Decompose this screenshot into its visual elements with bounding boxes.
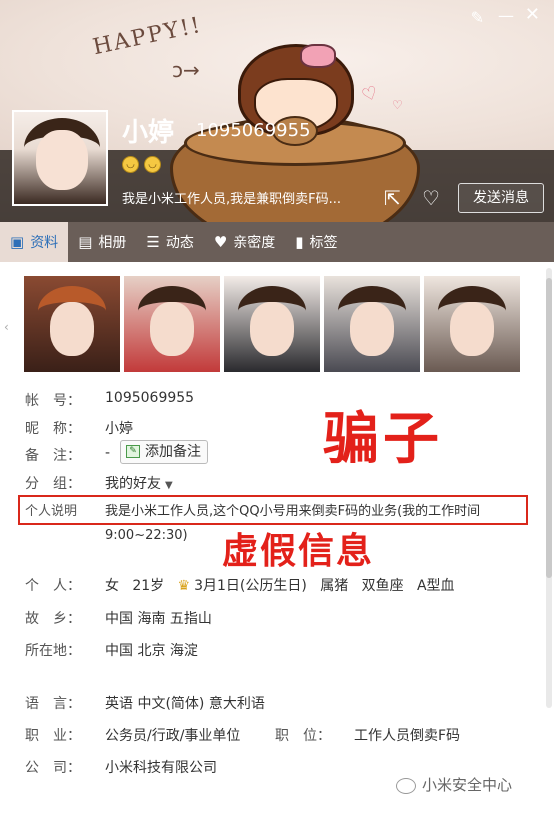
album-photo[interactable] [424, 276, 520, 372]
hometown-label: 故 乡： [25, 611, 81, 627]
smile-emoji-icon: ◡ [144, 156, 161, 173]
fake-info-annotation: 虚假信息 [222, 531, 375, 572]
album-photo[interactable] [324, 276, 420, 372]
banner-bow [300, 44, 336, 68]
profile-signature: 我是小米工作人员,我是兼职倒卖F码... [122, 192, 342, 207]
feed-icon: ☰ [146, 233, 160, 251]
tab-album[interactable]: ▤ 相册 [68, 222, 136, 262]
profile-nickname: 小婷 [122, 118, 175, 148]
minimize-icon[interactable]: — [498, 6, 514, 25]
tab-tags[interactable]: ▮ 标签 [285, 222, 347, 262]
location-label: 所在地： [25, 643, 81, 659]
crown-icon: ♛ [177, 578, 191, 594]
blood-type-value: A型血 [416, 578, 455, 594]
profile-qq-number: 1095069955 [196, 120, 311, 141]
company-value: 小米科技有限公司 [105, 760, 217, 776]
avatar[interactable] [12, 110, 108, 206]
photo-face [150, 302, 194, 356]
close-icon[interactable]: ✕ [525, 4, 540, 25]
note-icon: ✎ [126, 445, 140, 458]
heart-icon: ♥ [213, 233, 228, 251]
album-photo[interactable] [124, 276, 220, 372]
tab-feed[interactable]: ☰ 动态 [136, 222, 203, 262]
group-value: 我的好友 [105, 476, 161, 492]
birthday-value: 3月1日(公历生日) [194, 578, 307, 594]
job-label: 职 业： [25, 728, 81, 744]
language-label: 语 言： [25, 696, 81, 712]
tab-label: 资料 [30, 235, 59, 251]
company-label: 公 司： [25, 760, 81, 776]
album-photo[interactable] [24, 276, 120, 372]
chevron-down-icon: ▼ [165, 480, 173, 491]
group-label: 分 组： [25, 476, 81, 492]
position-label: 职 位： [275, 728, 331, 744]
tag-icon: ▮ [295, 233, 304, 251]
watermark-text: 小米安全中心 [422, 776, 513, 794]
tab-label: 标签 [309, 235, 338, 251]
profile-header: HAPPY!! ↄ→ ♡ ♡ ✎ — ✕ 小婷 1095069955 ◡ ◡ 我… [0, 0, 554, 222]
description-value-line2: 9:00~22:30) [105, 528, 188, 543]
add-remark-label: 添加备注 [145, 444, 201, 460]
account-label: 帐 号： [25, 393, 81, 409]
location-value: 中国 北京 海淀 [105, 643, 198, 659]
photo-face [50, 302, 94, 356]
wechat-icon [396, 777, 416, 794]
nickname-value: 小婷 [105, 421, 133, 437]
description-value: 我是小米工作人员,这个QQ小号用来倒卖F码的业务(我的工作时间 [105, 504, 481, 519]
scrollbar-thumb[interactable] [546, 278, 552, 578]
description-label: 个人说明 [25, 504, 78, 519]
language-value: 英语 中文(简体) 意大利语 [105, 696, 265, 712]
share-icon[interactable]: ⇱ [384, 186, 401, 210]
personal-label: 个 人： [25, 578, 81, 594]
tab-label: 相册 [98, 235, 127, 251]
chevron-left-icon[interactable]: ‹ [4, 320, 9, 334]
account-value: 1095069955 [105, 390, 195, 406]
remark-value: - [105, 445, 111, 461]
position-value: 工作人员倒卖F码 [354, 728, 461, 744]
add-remark-button[interactable]: ✎ 添加备注 [120, 440, 208, 464]
banner-swirl: ↄ→ [172, 58, 200, 82]
profile-tabs: ▣ 资料 ▤ 相册 ☰ 动态 ♥ 亲密度 ▮ 标签 [0, 222, 554, 262]
job-value: 公务员/行政/事业单位 [105, 728, 241, 744]
smile-emoji-icon: ◡ [122, 156, 139, 173]
tab-label: 动态 [165, 235, 194, 251]
banner-heart-small: ♡ [392, 98, 403, 112]
skin-icon[interactable]: ✎ [471, 8, 484, 27]
scam-annotation: 骗子 [323, 407, 443, 472]
send-message-button[interactable]: 发送消息 [458, 183, 544, 213]
gender-value: 女 [105, 578, 119, 594]
photo-face [250, 302, 294, 356]
tab-intimacy[interactable]: ♥ 亲密度 [204, 222, 285, 262]
nickname-label: 昵 称： [25, 421, 81, 437]
constellation-value: 双鱼座 [361, 578, 404, 594]
personal-value: 女 21岁 ♛ 3月1日(公历生日) 属猪 双鱼座 A型血 [105, 575, 455, 595]
tab-label: 亲密度 [233, 235, 276, 251]
album-photo[interactable] [224, 276, 320, 372]
scrollbar[interactable] [546, 268, 552, 708]
avatar-face [36, 130, 88, 190]
album-icon: ▤ [78, 233, 93, 251]
photo-strip: ‹ › [0, 262, 554, 374]
tab-profile[interactable]: ▣ 资料 [0, 222, 69, 262]
watermark: 小米安全中心 [396, 774, 512, 795]
remark-label: 备 注： [25, 448, 81, 464]
profile-icon: ▣ [10, 233, 25, 251]
hometown-value: 中国 海南 五指山 [105, 611, 212, 627]
group-select[interactable]: 我的好友 ▼ [105, 473, 173, 493]
profile-info: 帐 号： 1095069955 昵 称： 小婷 备 注： - ✎ 添加备注 分 … [0, 374, 554, 817]
photo-face [350, 302, 394, 356]
heart-plus-icon[interactable]: ♡ [422, 186, 440, 210]
photo-face [450, 302, 494, 356]
zodiac-value: 属猪 [320, 578, 349, 594]
age-value: 21岁 [132, 578, 165, 594]
